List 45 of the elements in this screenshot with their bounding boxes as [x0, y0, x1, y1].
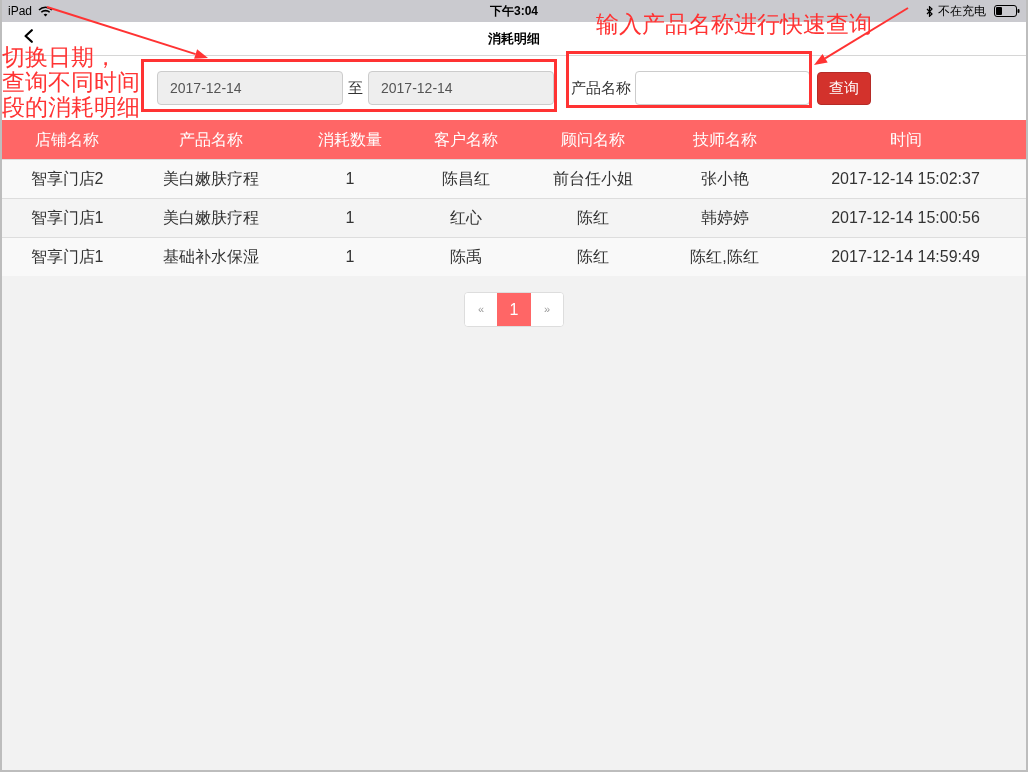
charging-status: 不在充电	[938, 3, 986, 20]
back-icon[interactable]	[24, 29, 33, 43]
table-cell-text: 张小艳	[700, 169, 749, 189]
table-cell-text: 陈昌红	[442, 169, 490, 189]
table-cell-text: 陈红	[577, 208, 609, 228]
column-header: 产品名称	[179, 129, 243, 150]
page-title: 消耗明细	[488, 29, 540, 48]
annotation-text: 切换日期， 查询不同时间 段的消耗明细	[2, 45, 140, 120]
table-cell-text: 美白嫩肤疗程	[163, 169, 259, 189]
battery-icon	[994, 5, 1020, 17]
table-cell-text: 2017-12-14 15:00:56	[831, 208, 980, 228]
bluetooth-icon	[926, 5, 933, 17]
table-cell-text: 陈红	[577, 247, 609, 267]
table-cell-text: 前台任小姐	[553, 169, 633, 189]
column-header: 技师名称	[692, 129, 757, 150]
end-date-field[interactable]: 2017-12-14	[368, 71, 554, 105]
table-cell-text: 2017-12-14 15:02:37	[831, 169, 980, 189]
table-cell-text: 2017-12-14 14:59:49	[831, 247, 980, 267]
table-cell-text: 1	[345, 208, 355, 228]
page-button[interactable]: 1	[497, 293, 531, 326]
table-cell-text: 1	[345, 247, 355, 267]
column-header: 顾问名称	[561, 129, 625, 150]
product-name-field[interactable]	[635, 71, 810, 105]
device-name: iPad	[8, 3, 33, 20]
range-separator: 至	[348, 77, 363, 98]
table-cell-text: 智享门店1	[30, 247, 104, 267]
table-cell-text: 1	[345, 169, 355, 189]
start-date-field[interactable]: 2017-12-14	[157, 71, 343, 105]
table-cell-text: 智享门店1	[30, 208, 104, 228]
column-header: 客户名称	[434, 129, 498, 150]
table-cell-text: 红心	[450, 208, 482, 228]
table-cell-text: 陈红,陈红	[690, 247, 759, 267]
column-header: 店铺名称	[35, 129, 99, 150]
annotation-text: 输入产品名称进行快速查询	[596, 11, 872, 38]
table-cell-text: 美白嫩肤疗程	[163, 208, 259, 228]
table-cell-text: 韩婷婷	[700, 208, 749, 228]
table-cell-text: 陈禹	[450, 247, 482, 267]
column-header: 时间	[889, 129, 922, 150]
column-header: 消耗数量	[318, 129, 382, 150]
table-cell-text: 基础补水保湿	[163, 247, 259, 267]
wifi-icon	[38, 5, 54, 17]
table-cell-text: 智享门店2	[30, 169, 104, 189]
search-button[interactable]: 查询	[817, 71, 871, 105]
product-name-label: 产品名称	[571, 77, 631, 98]
status-time: 下午3:04	[490, 3, 538, 20]
